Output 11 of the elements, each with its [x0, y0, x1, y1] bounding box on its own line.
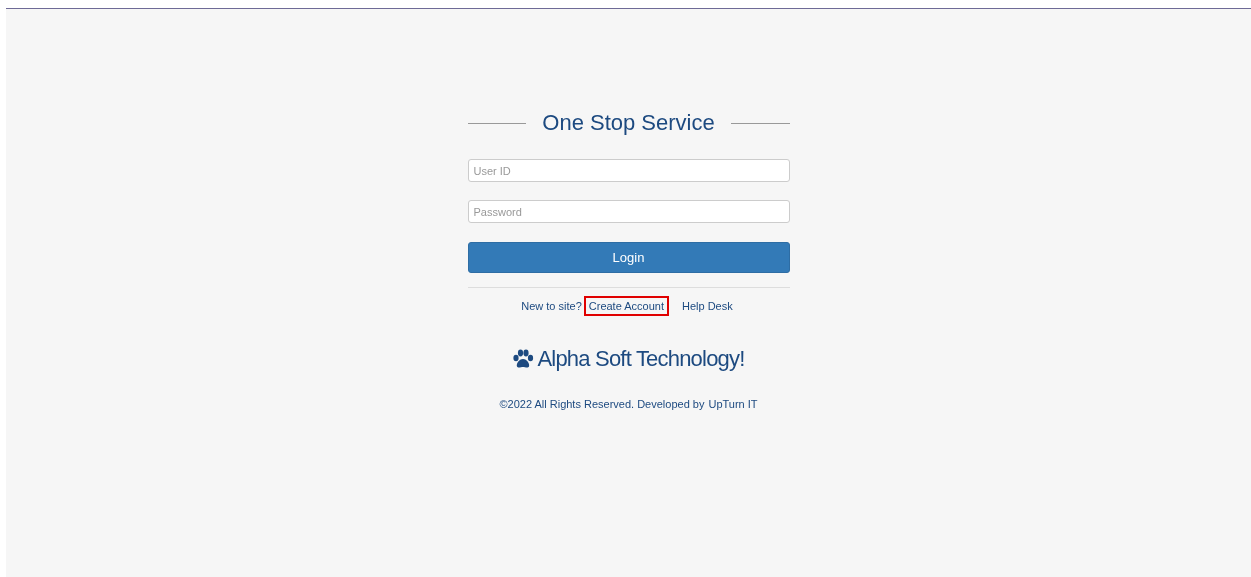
brand-name: Alpha Soft Technology!	[537, 346, 745, 372]
help-desk-link[interactable]: Help Desk	[677, 296, 738, 316]
copyright-text: ©2022 All Rights Reserved. Developed by	[499, 398, 705, 410]
page-title: One Stop Service	[542, 110, 715, 136]
paw-icon	[512, 349, 535, 369]
developer-link[interactable]: UpTurn IT	[708, 398, 758, 410]
login-button[interactable]: Login	[467, 242, 790, 273]
user-id-field[interactable]: User ID	[467, 159, 790, 182]
create-account-link[interactable]: Create Account	[583, 296, 669, 316]
password-field[interactable]: Password	[467, 200, 790, 223]
prompt-text: New to site?	[520, 299, 583, 314]
